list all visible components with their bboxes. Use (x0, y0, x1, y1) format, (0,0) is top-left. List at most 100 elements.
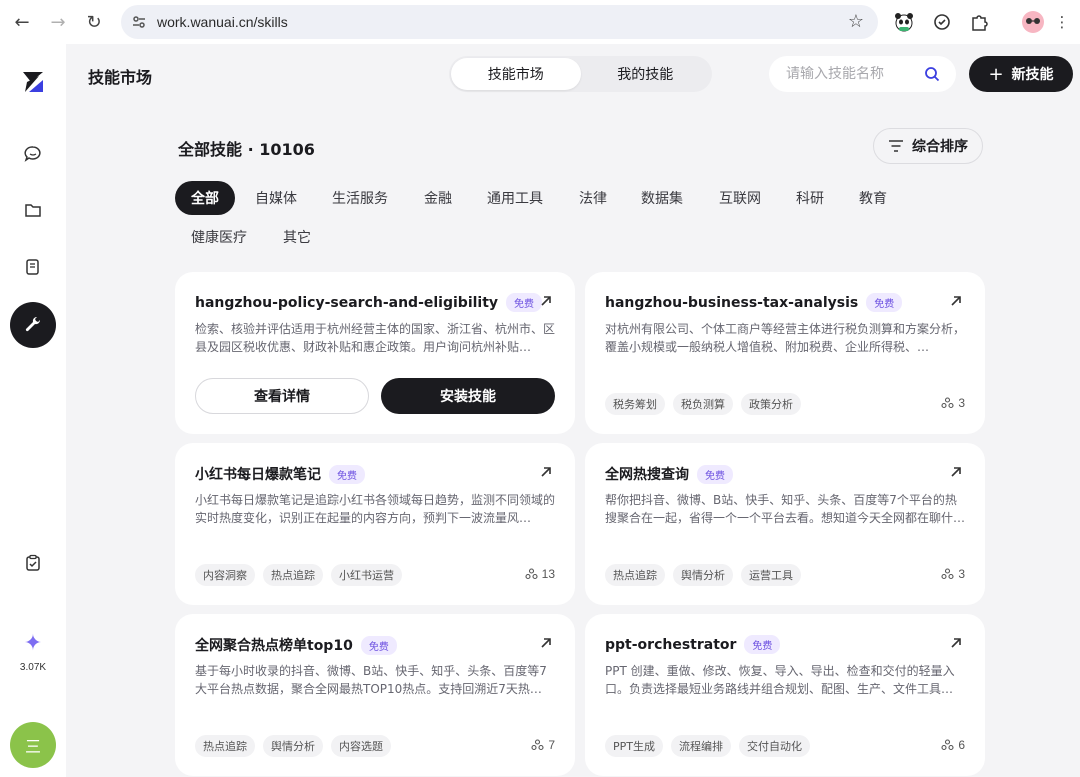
view-details-button[interactable]: 查看详情 (195, 378, 369, 414)
card-title-row: 全网热搜查询 免费 (605, 464, 733, 484)
chat-extension-icon[interactable] (928, 8, 956, 36)
free-badge: 免费 (506, 293, 543, 312)
free-badge: 免费 (697, 464, 733, 484)
skill-card[interactable]: 小红书每日爆款笔记 免费 小红书每日爆款笔记是追踪小红书各领域每日趋势，监测不同… (175, 443, 575, 605)
card-title-row: 小红书每日爆款笔记 免费 (195, 464, 365, 484)
arrow-up-right-icon[interactable] (539, 294, 553, 308)
category-we-media[interactable]: 自媒体 (239, 181, 313, 215)
panda-extension-icon[interactable] (890, 8, 918, 36)
free-badge: 免费 (329, 464, 365, 484)
tag[interactable]: 税务筹划 (605, 393, 665, 415)
tag-list: 内容洞察 热点追踪 小红书运营 (195, 564, 402, 586)
install-count: 3 (941, 567, 965, 581)
category-healthcare[interactable]: 健康医疗 (175, 220, 263, 254)
card-title-row: hangzhou-policy-search-and-eligibility 免… (195, 293, 543, 312)
search-input[interactable] (786, 66, 916, 82)
install-count-value: 13 (541, 567, 555, 581)
users-icon (941, 397, 954, 409)
arrow-up-right-icon[interactable] (949, 636, 963, 650)
tag[interactable]: 流程编排 (671, 735, 731, 757)
tag-list: 热点追踪 舆情分析 内容选题 (195, 735, 391, 757)
tab-my-skills[interactable]: 我的技能 (581, 58, 711, 90)
skill-description: 检索、核验并评估适用于杭州经营主体的国家、浙江省、杭州市、区县及园区税收优惠、财… (195, 322, 555, 354)
notebook-icon[interactable] (18, 252, 48, 282)
plus-icon: + (988, 63, 1004, 85)
chat-icon[interactable] (18, 139, 48, 169)
skill-description: 帮你把抖音、微博、B站、快手、知乎、头条、百度等7个平台的热搜聚合在一起，省得一… (605, 493, 965, 525)
free-badge: 免费 (744, 635, 781, 654)
skill-name: 全网聚合热点榜单top10 (195, 638, 353, 654)
tag[interactable]: 舆情分析 (263, 735, 323, 757)
skill-card[interactable]: ppt-orchestrator 免费 PPT 创建、重做、修改、恢复、导入、导… (585, 614, 985, 776)
arrow-up-right-icon[interactable] (949, 465, 963, 479)
category-life-services[interactable]: 生活服务 (316, 181, 404, 215)
reload-icon[interactable]: ↻ (76, 4, 112, 40)
profile-avatar-icon[interactable] (1019, 8, 1047, 36)
users-icon (525, 568, 538, 580)
browser-menu-icon[interactable]: ⋮ (1048, 8, 1076, 36)
category-research[interactable]: 科研 (780, 181, 840, 215)
skill-name: 全网热搜查询 (605, 467, 689, 483)
install-skill-button[interactable]: 安装技能 (381, 378, 555, 414)
app-logo-icon[interactable] (17, 66, 49, 98)
tag[interactable]: PPT生成 (605, 735, 663, 757)
tab-skill-market[interactable]: 技能市场 (451, 58, 581, 90)
extensions-puzzle-icon[interactable] (965, 8, 993, 36)
card-title-row: 全网聚合热点榜单top10 免费 (195, 635, 397, 655)
tag[interactable]: 热点追踪 (263, 564, 323, 586)
sort-button[interactable]: 综合排序 (873, 128, 983, 164)
category-finance[interactable]: 金融 (408, 181, 468, 215)
tag[interactable]: 税负测算 (673, 393, 733, 415)
skill-description: 小红书每日爆款笔记是追踪小红书各领域每日趋势，监测不同领域的实时热度变化，识别正… (195, 493, 555, 525)
skill-description: 基于每小时收录的抖音、微博、B站、快手、知乎、头条、百度等7大平台热点数据，聚合… (195, 664, 547, 696)
credits-sparkle-icon[interactable]: ✦ (20, 630, 46, 656)
skill-card[interactable]: 全网热搜查询 免费 帮你把抖音、微博、B站、快手、知乎、头条、百度等7个平台的热… (585, 443, 985, 605)
card-title-row: hangzhou-business-tax-analysis 免费 (605, 293, 903, 312)
category-internet[interactable]: 互联网 (703, 181, 777, 215)
arrow-up-right-icon[interactable] (949, 294, 963, 308)
tag[interactable]: 运营工具 (741, 564, 801, 586)
arrow-up-right-icon[interactable] (539, 636, 553, 650)
tag[interactable]: 热点追踪 (195, 735, 255, 757)
site-settings-icon[interactable] (121, 15, 157, 29)
skill-card[interactable]: hangzhou-business-tax-analysis 免费 对杭州有限公… (585, 272, 985, 434)
category-general-tools[interactable]: 通用工具 (471, 181, 559, 215)
category-all[interactable]: 全部 (175, 181, 235, 215)
tag[interactable]: 内容洞察 (195, 564, 255, 586)
category-education[interactable]: 教育 (843, 181, 903, 215)
users-icon (941, 568, 954, 580)
tag[interactable]: 小红书运营 (331, 564, 402, 586)
page-title: 技能市场 (88, 68, 153, 87)
section-title: 全部技能 · 10106 (178, 140, 315, 159)
new-skill-button[interactable]: + 新技能 (969, 56, 1073, 92)
folder-icon[interactable] (18, 195, 48, 225)
tag[interactable]: 政策分析 (741, 393, 801, 415)
skills-wrench-icon[interactable] (10, 302, 56, 348)
back-icon[interactable]: ← (4, 4, 40, 40)
skill-card[interactable]: 全网聚合热点榜单top10 免费 基于每小时收录的抖音、微博、B站、快手、知乎、… (175, 614, 575, 776)
address-bar[interactable]: work.wanuai.cn/skills ☆ (121, 5, 878, 39)
forward-icon[interactable]: → (40, 4, 76, 40)
skill-card[interactable]: hangzhou-policy-search-and-eligibility 免… (175, 272, 575, 434)
tag[interactable]: 交付自动化 (739, 735, 810, 757)
tag[interactable]: 舆情分析 (673, 564, 733, 586)
tag[interactable]: 内容选题 (331, 735, 391, 757)
bookmark-star-icon[interactable]: ☆ (848, 11, 864, 32)
skill-description: PPT 创建、重做、修改、恢复、导入、导出、检查和交付的轻量入口。负责选择最短业… (605, 664, 955, 696)
category-datasets[interactable]: 数据集 (625, 181, 699, 215)
users-icon (531, 739, 544, 751)
category-law[interactable]: 法律 (563, 181, 623, 215)
tag-list: PPT生成 流程编排 交付自动化 (605, 735, 810, 757)
user-avatar[interactable]: 三 (10, 722, 56, 768)
credits-value: 3.07K (19, 662, 47, 673)
install-count: 6 (941, 738, 965, 752)
arrow-up-right-icon[interactable] (539, 465, 553, 479)
tag[interactable]: 热点追踪 (605, 564, 665, 586)
view-tabs: 技能市场 我的技能 (449, 56, 712, 92)
clipboard-check-icon[interactable] (18, 548, 48, 578)
install-count: 3 (941, 396, 965, 410)
install-count-value: 6 (958, 738, 965, 752)
search-icon[interactable] (924, 66, 940, 82)
free-badge: 免费 (360, 635, 397, 655)
category-other[interactable]: 其它 (267, 220, 327, 254)
